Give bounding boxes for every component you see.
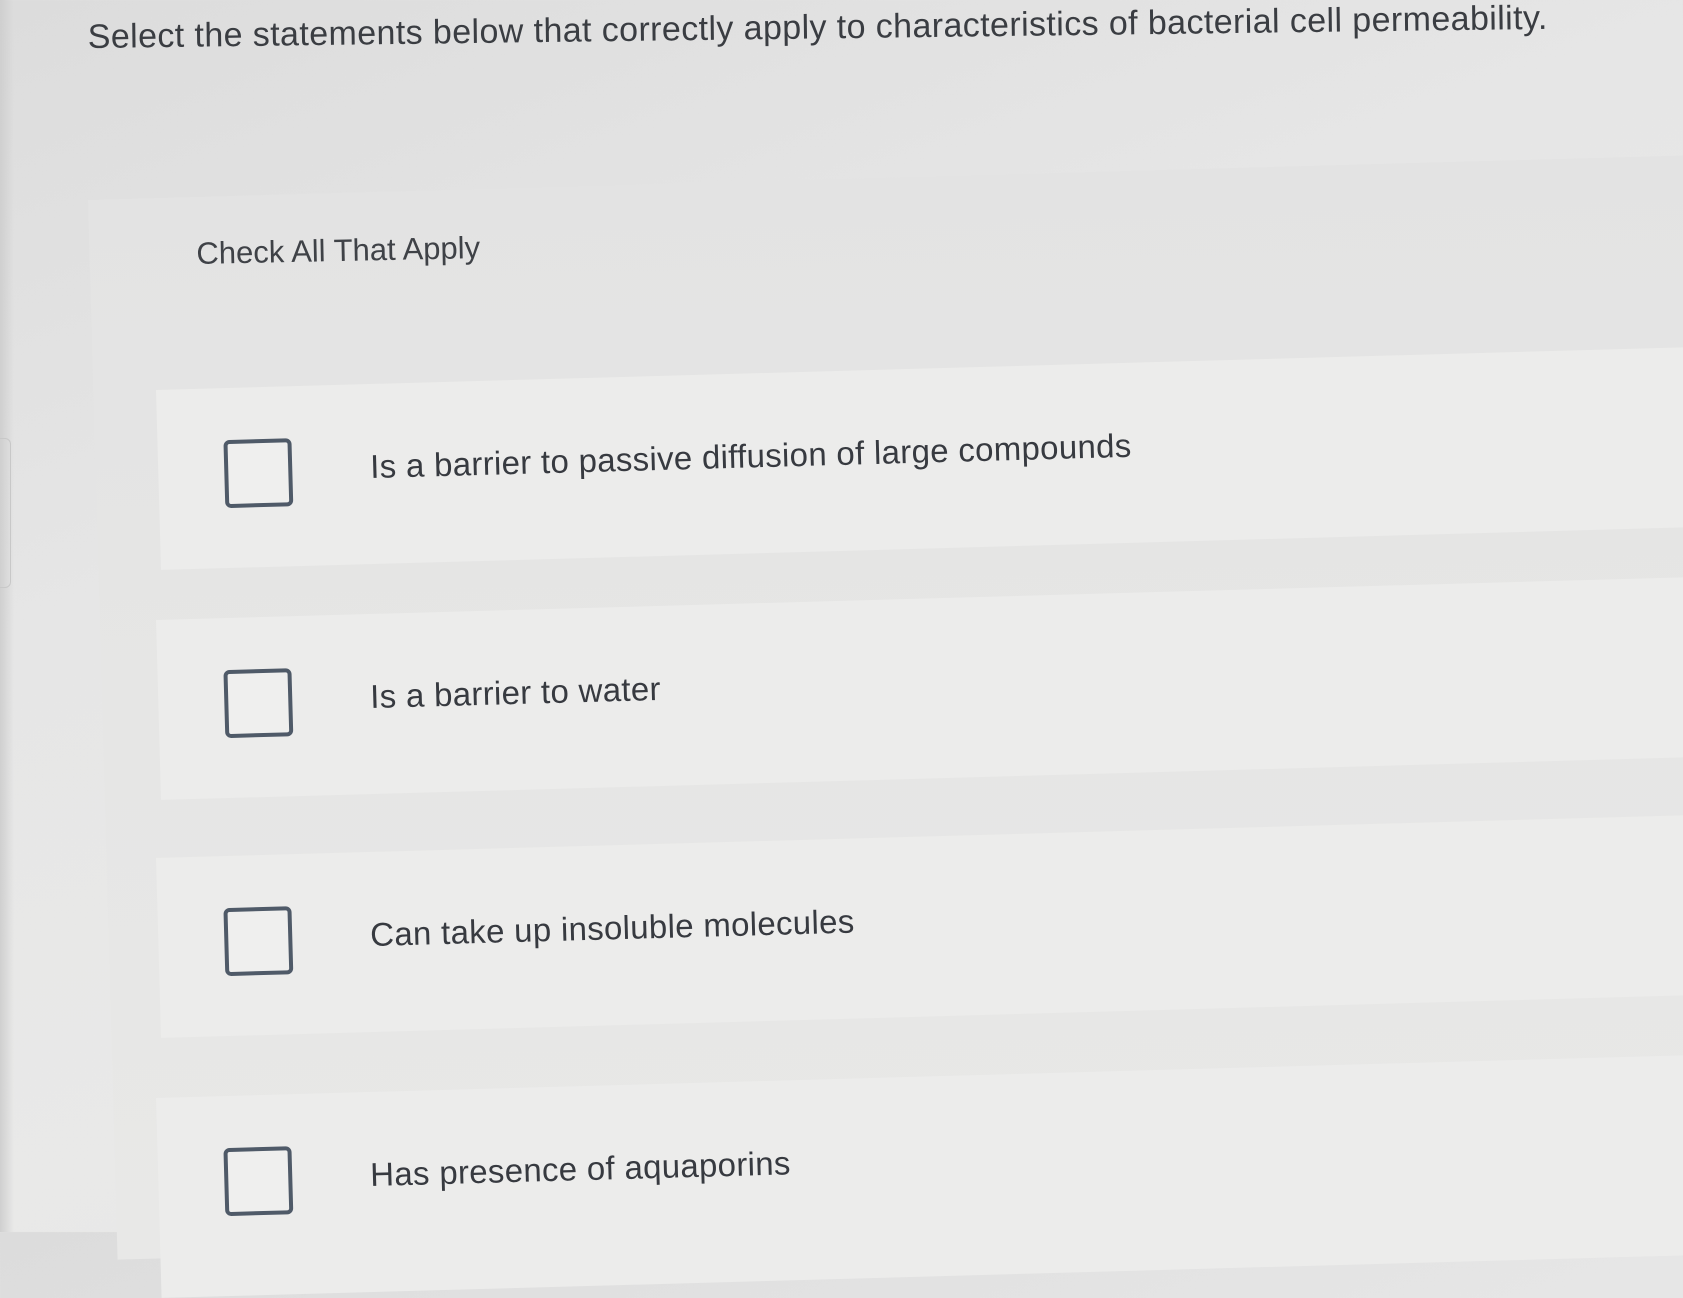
option-label-4: Has presence of aquaporins: [369, 1144, 792, 1194]
option-label-3: Can take up insoluble molecules: [369, 902, 855, 954]
screen-edge-shadow: [0, 0, 14, 1232]
option-row-4[interactable]: Has presence of aquaporins: [156, 1054, 1683, 1298]
option-checkbox-3[interactable]: [223, 906, 294, 977]
check-all-instruction: Check All That Apply: [196, 230, 481, 271]
option-label-1: Is a barrier to passive diffusion of lar…: [369, 426, 1133, 486]
side-tab: [0, 438, 11, 588]
option-checkbox-2[interactable]: [223, 668, 294, 739]
option-checkbox-1[interactable]: [223, 438, 294, 509]
option-label-2: Is a barrier to water: [369, 669, 662, 716]
question-text: Select the statements below that correct…: [87, 0, 1548, 57]
option-checkbox-4[interactable]: [223, 1146, 294, 1217]
